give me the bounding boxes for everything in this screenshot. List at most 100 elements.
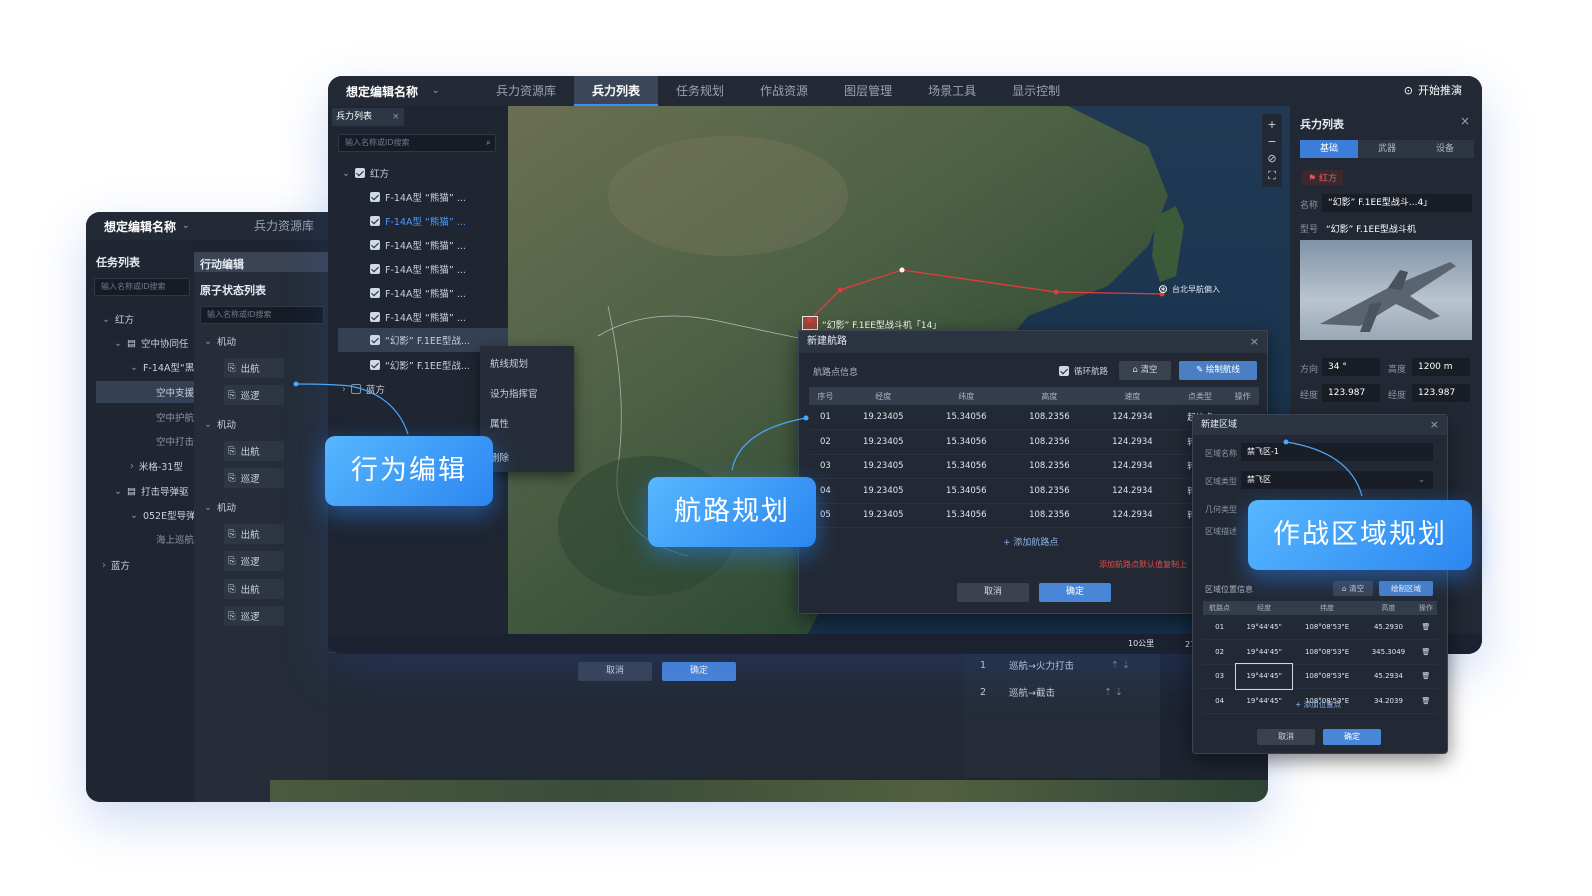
- back-cancel-button[interactable]: 取消: [578, 662, 652, 681]
- route-cancel-button[interactable]: 取消: [957, 583, 1029, 602]
- state-item[interactable]: ⎘ 巡逻: [224, 385, 284, 405]
- zoom-out-icon[interactable]: −: [1267, 135, 1276, 148]
- zone-clear-button[interactable]: ⌂ 清空: [1333, 581, 1373, 596]
- close-icon[interactable]: ×: [1250, 331, 1259, 353]
- tab-combat-resource[interactable]: 作战资源: [742, 76, 826, 106]
- lng-field[interactable]: 123.987: [1322, 384, 1380, 402]
- state-item[interactable]: ⎘ 出航: [224, 524, 284, 544]
- task-search-input[interactable]: 输入名称或ID搜索: [94, 278, 190, 296]
- state-item[interactable]: ⎘ 巡逻: [224, 551, 284, 571]
- tab-task-planning[interactable]: 任务规划: [658, 76, 742, 106]
- draw-zone-button[interactable]: 绘制区域: [1379, 581, 1433, 596]
- force-item[interactable]: F-14A型 “熊猫” ...: [370, 286, 466, 300]
- force-search-input[interactable]: 输入名称或ID搜索 ⌕: [338, 134, 496, 152]
- aircraft-marker-icon[interactable]: [802, 316, 818, 330]
- tree-item[interactable]: 空中打击: [156, 434, 194, 448]
- add-waypoint-link[interactable]: + 添加航路点: [1003, 535, 1058, 548]
- force-list-tab[interactable]: 兵力列表 ×: [332, 108, 404, 126]
- tab-force-list[interactable]: 兵力列表: [574, 76, 659, 106]
- close-icon[interactable]: ×: [1460, 114, 1470, 128]
- tree-item[interactable]: ⌄ ▤ 打击导弹驱: [114, 484, 188, 499]
- zone-type-select[interactable]: 禁飞区 ⌄: [1241, 471, 1433, 489]
- start-sim-button[interactable]: ⊙ 开始推演: [1404, 76, 1462, 106]
- force-item[interactable]: F-14A型 “熊猫” ...: [370, 238, 466, 252]
- force-tree-red[interactable]: ⌄ 红方: [342, 166, 389, 181]
- tree-item[interactable]: ⌄ F-14A型“黑: [130, 360, 194, 375]
- tree-item[interactable]: ⌄ 052E型导弹: [130, 508, 196, 523]
- zone-name-field[interactable]: 禁飞区-1: [1241, 443, 1433, 461]
- sequence-row[interactable]: 2 巡航→截击 ⇡ ⇣: [980, 685, 1123, 700]
- sequence-panel: 1 巡航→火力打击 ⇡ ⇣ 2 巡航→截击 ⇡ ⇣: [964, 650, 1160, 778]
- route-clear-button[interactable]: ⌂ 清空: [1119, 361, 1171, 380]
- tree-item[interactable]: 海上巡航: [156, 532, 194, 546]
- tree-red[interactable]: ⌄ 红方: [102, 312, 134, 327]
- heading-field[interactable]: 34 °: [1322, 358, 1380, 376]
- callout-zone-planning: 作战区域规划: [1248, 500, 1472, 570]
- altitude-label: 高度: [1388, 365, 1407, 375]
- back-tab-resource[interactable]: 兵力资源库: [236, 212, 332, 240]
- tab-resource[interactable]: 兵力资源库: [478, 76, 574, 106]
- route-confirm-button[interactable]: 确定: [1039, 583, 1111, 602]
- pen-icon: ✎: [1196, 365, 1206, 375]
- force-item[interactable]: F-14A型 “熊猫” ...: [370, 262, 466, 276]
- detail-tab-basic[interactable]: 基础: [1300, 140, 1358, 158]
- fullscreen-icon[interactable]: ⛶: [1268, 169, 1276, 183]
- menu-set-commander[interactable]: 设为指挥官: [490, 386, 538, 400]
- close-icon[interactable]: ×: [1430, 415, 1439, 435]
- force-item[interactable]: F-14A型 “熊猫” ...: [370, 190, 466, 204]
- state-item[interactable]: ⎘ 出航: [224, 579, 284, 599]
- col-header: 经度: [1236, 601, 1293, 615]
- zoom-in-icon[interactable]: +: [1267, 118, 1276, 131]
- add-zone-point-link[interactable]: + 添加位置点: [1295, 699, 1341, 710]
- force-item[interactable]: F-14A型 “熊猫” ...: [370, 310, 466, 324]
- sequence-row[interactable]: 1 巡航→火力打击 ⇡ ⇣: [980, 658, 1130, 673]
- force-tree-blue[interactable]: › 蓝方: [342, 382, 385, 397]
- zone-table: 航路点 经度 纬度 高度 操作 01 19°44'45" 108°08'53"E 45…: [1203, 601, 1437, 714]
- loop-route-checkbox[interactable]: 循环航路: [1059, 365, 1108, 377]
- name-field[interactable]: “幻影” F.1EE型战斗...4」: [1322, 194, 1472, 212]
- force-item[interactable]: “幻影” F.1EE型战...: [370, 358, 470, 372]
- tree-item[interactable]: › 米格-31型: [130, 459, 183, 474]
- menu-route-plan[interactable]: 航线规划: [490, 356, 528, 370]
- force-item-active[interactable]: F-14A型 “熊猫” ...: [370, 214, 466, 228]
- back-confirm-button[interactable]: 确定: [662, 662, 736, 681]
- state-item[interactable]: ⎘ 出航: [224, 358, 284, 378]
- state-item[interactable]: ⎘ 出航: [224, 441, 284, 461]
- col-header: 纬度: [1292, 601, 1363, 615]
- tab-scene-tools[interactable]: 场景工具: [910, 76, 994, 106]
- group-label: ⌄ 机动: [204, 335, 236, 349]
- detail-tab-equipment[interactable]: 设备: [1416, 140, 1474, 158]
- compass-icon[interactable]: ⊘: [1267, 152, 1276, 165]
- tab-layer[interactable]: 图层管理: [826, 76, 910, 106]
- chevron-down-icon: ⌄: [432, 86, 440, 96]
- draw-route-button[interactable]: ✎ 绘制航线: [1179, 361, 1257, 380]
- trash-icon: 🗑: [1414, 639, 1437, 665]
- state-item[interactable]: ⎘ 巡逻: [224, 606, 284, 626]
- back-title-label: 想定编辑名称: [104, 219, 177, 234]
- lat-field[interactable]: 123.987: [1412, 384, 1470, 402]
- menu-properties[interactable]: 属性: [490, 416, 509, 430]
- scale-label: 10公里: [1128, 639, 1155, 648]
- tree-blue[interactable]: › 蓝方: [102, 558, 130, 573]
- state-item[interactable]: ⎘ 巡逻: [224, 468, 284, 488]
- detail-title: 兵力列表: [1300, 118, 1344, 131]
- target-marker-icon[interactable]: ⊛: [1158, 282, 1168, 296]
- zone-confirm-button[interactable]: 确定: [1323, 729, 1381, 745]
- close-icon[interactable]: ×: [392, 112, 400, 122]
- atomic-state-title: 原子状态列表: [200, 284, 266, 297]
- main-title[interactable]: 想定编辑名称 ⌄: [328, 83, 478, 100]
- group-label: ⌄ 机动: [204, 418, 236, 432]
- tree-item[interactable]: ⌄ ▤ 空中协同任: [114, 336, 188, 351]
- table-row[interactable]: 03 19°44'45" 108°08'53"E 45.2934 🗑: [1203, 663, 1437, 690]
- col-header: 经度: [841, 387, 925, 405]
- tree-item-selected[interactable]: 空中支援: [96, 381, 194, 403]
- altitude-field[interactable]: 1200 m: [1412, 358, 1470, 376]
- table-row[interactable]: 02 19°44'45" 108°08'53"E 345.3049 🗑: [1203, 639, 1437, 665]
- table-row[interactable]: 01 19°44'45" 108°08'53"E 45.2930 🗑: [1203, 615, 1437, 640]
- tab-display[interactable]: 显示控制: [994, 76, 1078, 106]
- back-title[interactable]: 想定编辑名称 ⌄: [86, 218, 236, 235]
- tree-item[interactable]: 空中护航: [156, 410, 194, 424]
- action-search-input[interactable]: 输入名称或ID搜索: [200, 306, 324, 324]
- detail-tab-weapon[interactable]: 武器: [1358, 140, 1416, 158]
- zone-cancel-button[interactable]: 取消: [1257, 729, 1315, 745]
